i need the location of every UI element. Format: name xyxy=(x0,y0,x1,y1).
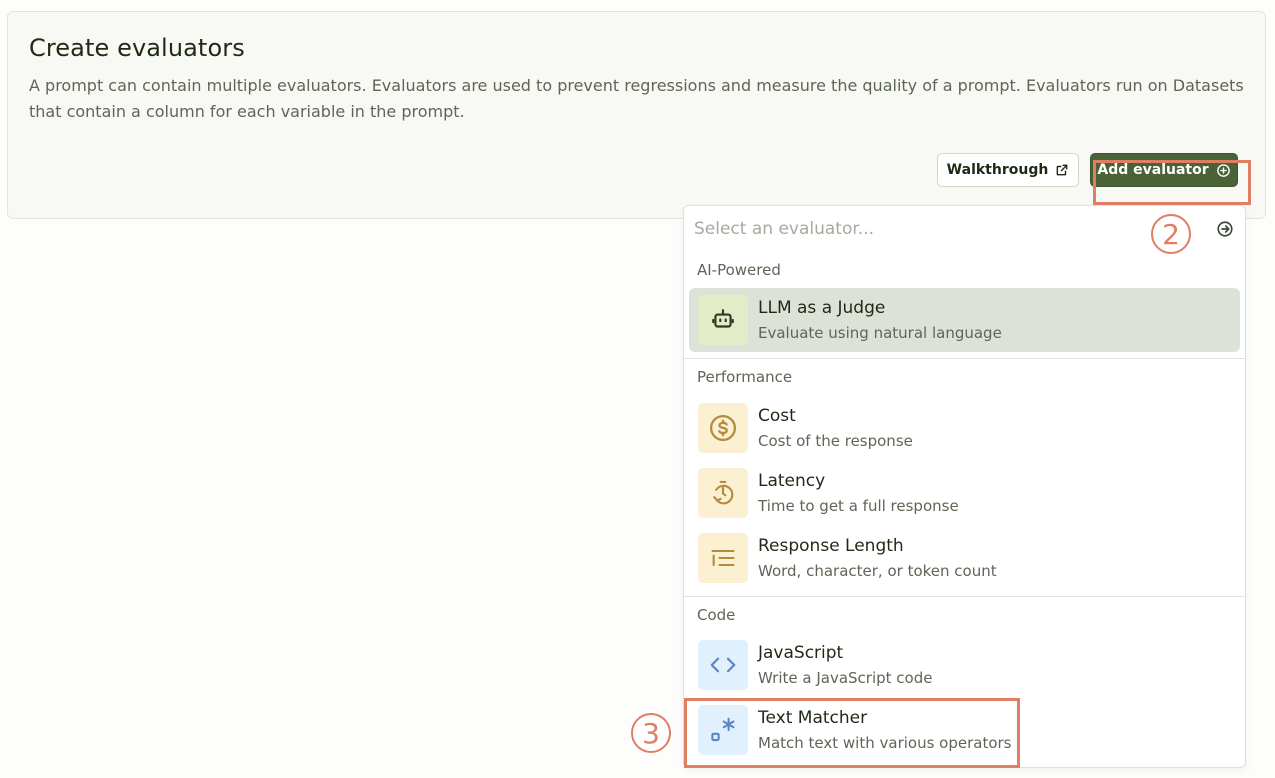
create-evaluators-card: Create evaluators A prompt can contain m… xyxy=(7,11,1266,219)
item-title: JavaScript xyxy=(758,643,844,663)
step-badge-3: 3 xyxy=(631,713,671,753)
step-badge-2: 2 xyxy=(1151,214,1191,254)
list-indent-icon xyxy=(698,533,748,583)
item-title: Response Length xyxy=(758,536,904,556)
external-link-icon xyxy=(1056,164,1068,176)
timer-icon xyxy=(698,468,748,518)
item-subtitle: Write a JavaScript code xyxy=(758,669,933,687)
dollar-icon xyxy=(698,403,748,453)
add-evaluator-button[interactable]: Add evaluator xyxy=(1090,153,1238,187)
item-subtitle: Word, character, or token count xyxy=(758,562,997,580)
divider xyxy=(684,358,1245,359)
card-description: A prompt can contain multiple evaluators… xyxy=(29,76,1244,121)
item-subtitle: Time to get a full response xyxy=(758,497,959,515)
evaluator-item-response-length[interactable]: Response Length Word, character, or toke… xyxy=(689,526,1240,590)
evaluator-item-javascript[interactable]: JavaScript Write a JavaScript code xyxy=(689,633,1240,697)
arrow-right-circle-icon[interactable] xyxy=(1216,220,1234,238)
evaluator-search-input[interactable] xyxy=(694,217,1134,241)
walkthrough-button[interactable]: Walkthrough xyxy=(937,153,1079,187)
card-title: Create evaluators xyxy=(29,34,245,62)
evaluator-item-cost[interactable]: Cost Cost of the response xyxy=(689,396,1240,460)
item-title: LLM as a Judge xyxy=(758,298,886,318)
code-icon xyxy=(698,640,748,690)
item-subtitle: Match text with various operators xyxy=(758,734,1012,752)
robot-icon xyxy=(698,295,748,345)
add-evaluator-label: Add evaluator xyxy=(1097,162,1209,178)
group-label-performance: Performance xyxy=(697,368,793,386)
evaluator-item-latency[interactable]: Latency Time to get a full response xyxy=(689,461,1240,525)
evaluator-item-llm-judge[interactable]: LLM as a Judge Evaluate using natural la… xyxy=(689,288,1240,352)
divider xyxy=(684,596,1245,597)
walkthrough-label: Walkthrough xyxy=(946,162,1049,178)
item-title: Latency xyxy=(758,471,826,491)
item-subtitle: Evaluate using natural language xyxy=(758,324,1002,342)
group-label-code: Code xyxy=(697,606,736,624)
plus-circle-icon xyxy=(1216,163,1230,177)
group-label-ai-powered: AI-Powered xyxy=(697,261,781,279)
regex-icon xyxy=(698,705,748,755)
item-title: Cost xyxy=(758,406,796,426)
item-subtitle: Cost of the response xyxy=(758,432,913,450)
item-title: Text Matcher xyxy=(758,708,868,728)
evaluator-dropdown: AI-Powered LLM as a Judge Evaluate using… xyxy=(683,205,1246,768)
evaluator-item-text-matcher[interactable]: Text Matcher Match text with various ope… xyxy=(689,698,1240,762)
